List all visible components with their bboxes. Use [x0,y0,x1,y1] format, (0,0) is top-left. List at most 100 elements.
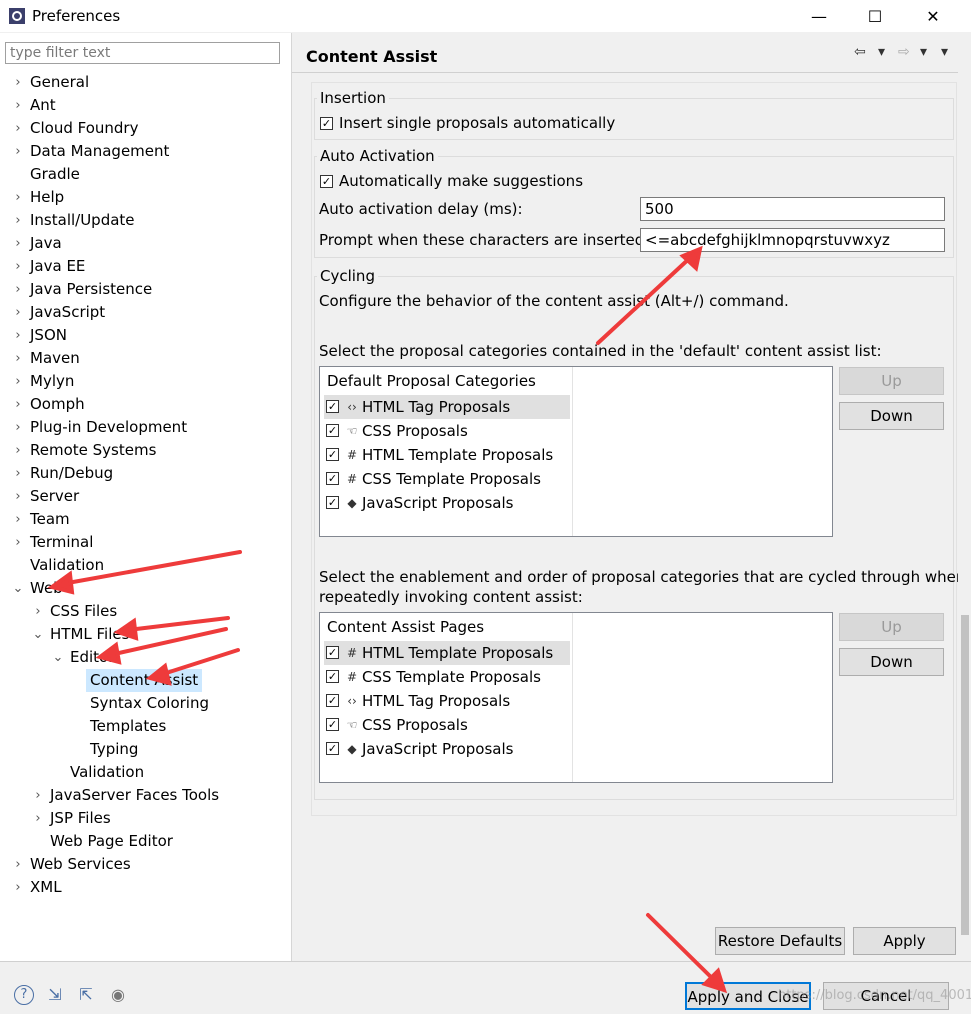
tree-item[interactable]: › Plug-in Development [0,416,290,439]
expanded-twisty-icon[interactable]: ⌄ [52,646,64,669]
table-row[interactable]: ✓ ◆ JavaScript Proposals [324,737,570,761]
forward-arrow-icon[interactable]: ⇨ [898,44,910,60]
table-row[interactable]: ✓ ☜ CSS Proposals [324,713,570,737]
tree-item[interactable]: › JavaServer Faces Tools [0,784,290,807]
insert-single-checkbox[interactable]: ✓ [320,117,333,130]
table-row[interactable]: ✓ # CSS Template Proposals [324,665,570,689]
tree-item[interactable]: › Ant [0,94,290,117]
collapsed-twisty-icon[interactable]: › [12,301,24,324]
table-row[interactable]: ✓ # HTML Template Proposals [324,443,570,467]
cycled-down-button[interactable]: Down [839,648,944,676]
prompt-characters-input[interactable]: <=abcdefghijklmnopqrstuvwxyz [640,228,945,252]
tree-item[interactable]: › Java [0,232,290,255]
tree-item[interactable]: Gradle [0,163,290,186]
row-checkbox[interactable]: ✓ [326,472,339,485]
tree-item[interactable]: › General [0,71,290,94]
tree-item[interactable]: Validation [0,554,290,577]
collapsed-twisty-icon[interactable]: › [12,186,24,209]
collapsed-twisty-icon[interactable]: › [12,370,24,393]
tree-item[interactable]: › Install/Update [0,209,290,232]
maximize-button[interactable]: ☐ [847,0,903,32]
collapsed-twisty-icon[interactable]: › [12,324,24,347]
tree-item[interactable]: › Cloud Foundry [0,117,290,140]
export-icon[interactable]: ⇱ [76,985,96,1005]
tree-item[interactable]: › JavaScript [0,301,290,324]
collapsed-twisty-icon[interactable]: › [12,439,24,462]
table-row[interactable]: ✓ ‹› HTML Tag Proposals [324,395,570,419]
tree-item[interactable]: › Team [0,508,290,531]
collapsed-twisty-icon[interactable]: › [12,347,24,370]
collapsed-twisty-icon[interactable]: › [12,232,24,255]
import-icon[interactable]: ⇲ [45,985,65,1005]
collapsed-twisty-icon[interactable]: › [12,117,24,140]
collapsed-twisty-icon[interactable]: › [12,278,24,301]
tree-item[interactable]: › Help [0,186,290,209]
cycled-up-button[interactable]: Up [839,613,944,641]
tree-item[interactable]: Typing [0,738,290,761]
tree-item[interactable]: › Terminal [0,531,290,554]
delay-input[interactable]: 500 [640,197,945,221]
tree-item[interactable]: › JSON [0,324,290,347]
collapsed-twisty-icon[interactable]: › [12,393,24,416]
tree-item[interactable]: › Remote Systems [0,439,290,462]
tree-item[interactable]: › JSP Files [0,807,290,830]
expanded-twisty-icon[interactable]: ⌄ [32,623,44,646]
table-row[interactable]: ✓ ◆ JavaScript Proposals [324,491,570,515]
tree-item[interactable]: › Web Services [0,853,290,876]
collapsed-twisty-icon[interactable]: › [12,531,24,554]
collapsed-twisty-icon[interactable]: › [12,508,24,531]
back-arrow-icon[interactable]: ⇦ [854,44,866,60]
tree-item[interactable]: › Maven [0,347,290,370]
collapsed-twisty-icon[interactable]: › [12,853,24,876]
tree-item[interactable]: Content Assist [0,669,290,692]
content-assist-pages-table[interactable]: Content Assist Pages ✓ # HTML Template Pro… [319,612,833,783]
minimize-button[interactable]: — [791,0,847,32]
tree-item[interactable]: › Server [0,485,290,508]
default-up-button[interactable]: Up [839,367,944,395]
default-down-button[interactable]: Down [839,402,944,430]
collapsed-twisty-icon[interactable]: › [12,94,24,117]
tree-item[interactable]: › Data Management [0,140,290,163]
close-button[interactable]: ✕ [905,0,961,32]
row-checkbox[interactable]: ✓ [326,670,339,683]
row-checkbox[interactable]: ✓ [326,496,339,509]
row-checkbox[interactable]: ✓ [326,694,339,707]
collapsed-twisty-icon[interactable]: › [12,876,24,899]
tree-item[interactable]: › Java EE [0,255,290,278]
apply-button[interactable]: Apply [853,927,956,955]
tree-item[interactable]: › Oomph [0,393,290,416]
tree-item[interactable]: ⌄ HTML Files [0,623,290,646]
row-checkbox[interactable]: ✓ [326,646,339,659]
collapsed-twisty-icon[interactable]: › [12,462,24,485]
view-menu-icon[interactable]: ▾ [941,44,948,60]
collapsed-twisty-icon[interactable]: › [32,807,44,830]
row-checkbox[interactable]: ✓ [326,400,339,413]
help-icon[interactable]: ? [14,985,34,1005]
filter-input[interactable] [5,42,280,64]
tree-item[interactable]: Syntax Coloring [0,692,290,715]
table-row[interactable]: ✓ # HTML Template Proposals [324,641,570,665]
collapsed-twisty-icon[interactable]: › [12,140,24,163]
collapsed-twisty-icon[interactable]: › [32,784,44,807]
table-row[interactable]: ✓ # CSS Template Proposals [324,467,570,491]
tree-item[interactable]: › Mylyn [0,370,290,393]
collapsed-twisty-icon[interactable]: › [32,600,44,623]
back-dropdown-icon[interactable]: ▾ [878,44,885,60]
collapsed-twisty-icon[interactable]: › [12,209,24,232]
default-proposal-table[interactable]: Default Proposal Categories ✓ ‹› HTML Tag … [319,366,833,537]
tree-item[interactable]: ⌄ Editor [0,646,290,669]
tree-item[interactable]: Templates [0,715,290,738]
table-row[interactable]: ✓ ‹› HTML Tag Proposals [324,689,570,713]
record-icon[interactable]: ◉ [108,985,128,1005]
restore-defaults-button[interactable]: Restore Defaults [715,927,845,955]
row-checkbox[interactable]: ✓ [326,718,339,731]
collapsed-twisty-icon[interactable]: › [12,71,24,94]
forward-dropdown-icon[interactable]: ▾ [920,44,927,60]
collapsed-twisty-icon[interactable]: › [12,416,24,439]
collapsed-twisty-icon[interactable]: › [12,255,24,278]
tree-item[interactable]: ⌄ Web [0,577,290,600]
make-suggestions-checkbox[interactable]: ✓ [320,175,333,188]
expanded-twisty-icon[interactable]: ⌄ [12,577,24,600]
row-checkbox[interactable]: ✓ [326,742,339,755]
table-row[interactable]: ✓ ☜ CSS Proposals [324,419,570,443]
